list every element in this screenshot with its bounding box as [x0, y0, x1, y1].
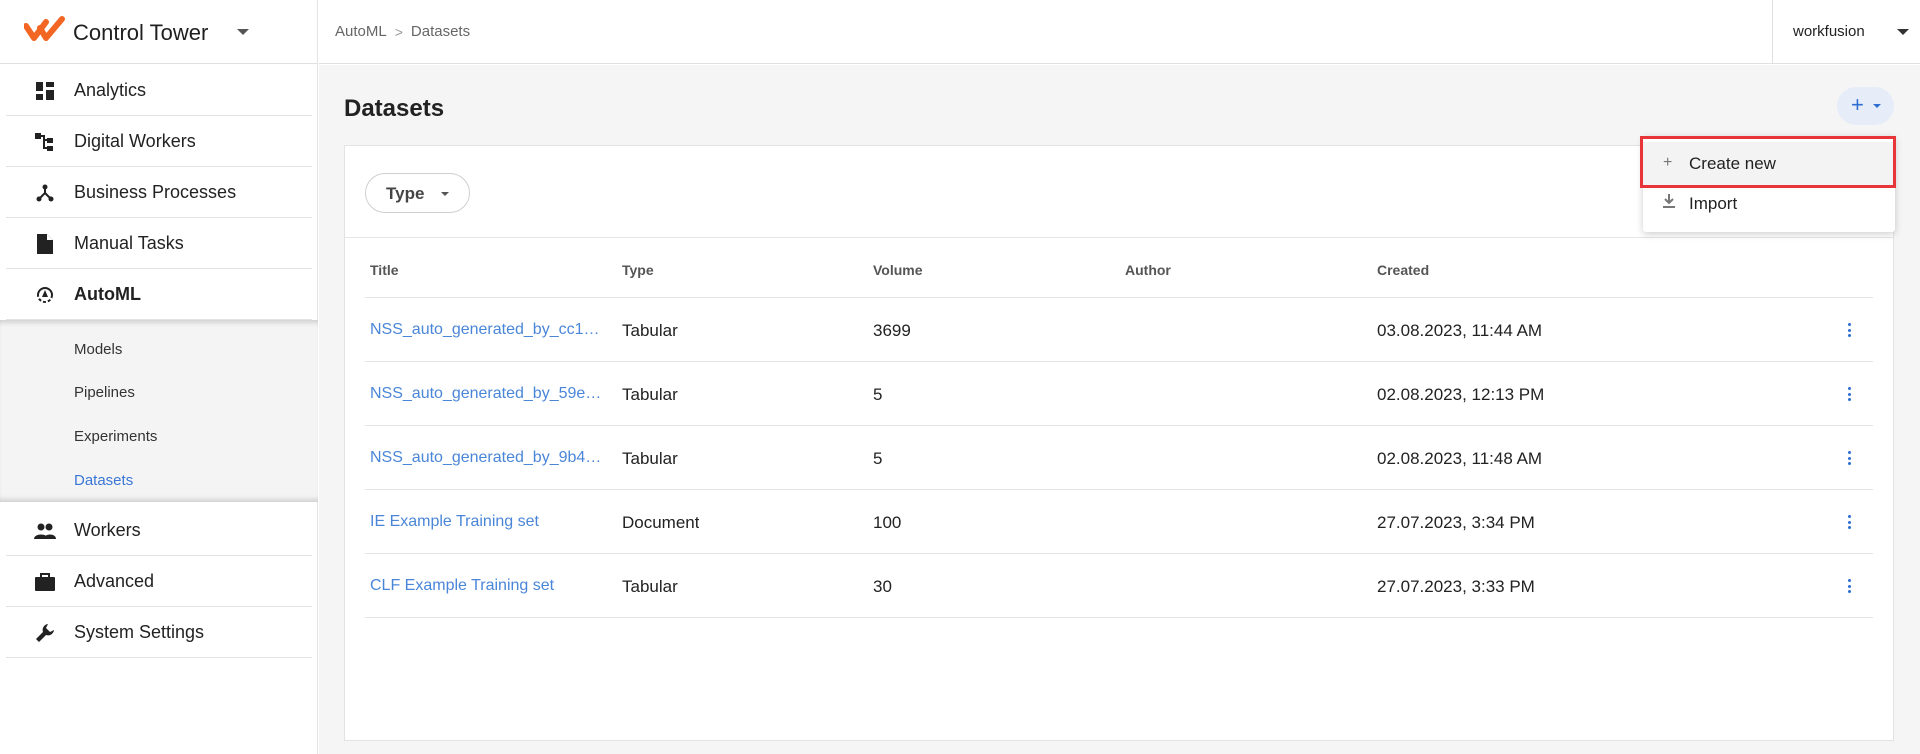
table-row: NSS_auto_generated_by_59e… Tabular 5 02.… [365, 362, 1873, 426]
sidebar-subitem-experiments[interactable]: Experiments [74, 428, 157, 445]
plus-icon: + [1851, 92, 1864, 117]
chevron-right-icon: > [394, 23, 403, 40]
dataset-type: Tabular [622, 385, 678, 404]
sidebar-item-label: Digital Workers [74, 131, 196, 151]
dataset-volume: 30 [873, 577, 892, 596]
sidebar-item-manual-tasks[interactable]: Manual Tasks [6, 218, 312, 269]
sidebar-item-label: Analytics [74, 80, 147, 100]
sidebar-subitem-datasets[interactable]: Datasets [74, 472, 133, 489]
add-dropdown-menu: + Create new Import [1643, 136, 1895, 232]
sidebar-item-label: AutoML [74, 284, 141, 304]
dataset-title-link[interactable]: NSS_auto_generated_by_cc1… [370, 321, 610, 339]
sidebar-item-label: Business Processes [74, 182, 237, 202]
sidebar-item-business-processes[interactable]: Business Processes [6, 167, 312, 218]
dataset-created: 03.08.2023, 11:44 AM [1377, 321, 1543, 340]
table-row: NSS_auto_generated_by_cc1… Tabular 3699 … [365, 298, 1873, 362]
sidebar-item-label: Workers [74, 520, 141, 540]
sidebar-item-workers[interactable]: Workers [6, 505, 312, 556]
topbar: AutoML > Datasets workfusion [319, 0, 1920, 64]
sidebar-item-label: Manual Tasks [74, 233, 184, 253]
table-header: Title Type Volume Author Created [365, 238, 1873, 298]
sidebar-item-digital-workers[interactable]: Digital Workers [6, 116, 312, 167]
dataset-created: 27.07.2023, 3:33 PM [1377, 577, 1535, 596]
sidebar-item-system-settings[interactable]: System Settings [6, 607, 312, 658]
column-header-author[interactable]: Author [1125, 262, 1171, 278]
dataset-title-link[interactable]: IE Example Training set [370, 513, 610, 531]
process-icon [34, 182, 56, 204]
table-row: IE Example Training set Document 100 27.… [365, 490, 1873, 554]
datasets-table: Title Type Volume Author Created NSS_aut… [365, 238, 1873, 618]
dashboard-icon [34, 80, 56, 102]
sidebar: Control Tower Analytics Digital Workers … [0, 0, 318, 754]
page-title: Datasets [344, 95, 445, 122]
add-dataset-button[interactable]: + [1837, 87, 1894, 125]
dataset-title-link[interactable]: CLF Example Training set [370, 577, 610, 595]
dataset-type: Tabular [622, 449, 678, 468]
dataset-created: 02.08.2023, 11:48 AM [1377, 449, 1543, 468]
menu-item-import[interactable]: Import [1643, 182, 1895, 228]
briefcase-icon [34, 571, 56, 593]
menu-item-label: Create new [1689, 154, 1776, 173]
menu-item-label: Import [1689, 194, 1738, 213]
people-icon [34, 520, 56, 542]
app: Control Tower Analytics Digital Workers … [0, 0, 1920, 754]
row-actions-icon[interactable] [1845, 451, 1853, 465]
dataset-volume: 5 [873, 385, 883, 404]
row-actions-icon[interactable] [1845, 387, 1853, 401]
breadcrumb: AutoML > Datasets [335, 23, 470, 40]
datasets-card: Type Title Type Volume Author Created NS… [344, 145, 1894, 741]
sidebar-subitem-models[interactable]: Models [74, 341, 122, 358]
dataset-type: Tabular [622, 577, 678, 596]
breadcrumb-item-automl[interactable]: AutoML [335, 23, 387, 40]
app-title: Control Tower [73, 20, 209, 45]
document-icon [34, 233, 56, 255]
type-filter-button[interactable]: Type [365, 173, 470, 213]
sidebar-item-advanced[interactable]: Advanced [6, 556, 312, 607]
dataset-type: Tabular [622, 321, 678, 340]
dataset-created: 02.08.2023, 12:13 PM [1377, 385, 1545, 404]
sidebar-item-analytics[interactable]: Analytics [6, 65, 312, 116]
sidebar-item-label: Advanced [74, 571, 155, 591]
dataset-type: Document [622, 513, 700, 532]
wrench-icon [34, 622, 56, 644]
dataset-volume: 100 [873, 513, 902, 532]
chevron-down-icon [1873, 104, 1881, 108]
dataset-title-link[interactable]: NSS_auto_generated_by_9b4… [370, 449, 610, 467]
table-row: CLF Example Training set Tabular 30 27.0… [365, 554, 1873, 618]
table-row: NSS_auto_generated_by_9b4… Tabular 5 02.… [365, 426, 1873, 490]
sidebar-item-automl[interactable]: AutoML [6, 269, 312, 320]
dataset-created: 27.07.2023, 3:34 PM [1377, 513, 1535, 532]
column-header-created[interactable]: Created [1377, 262, 1429, 278]
dataset-volume: 5 [873, 449, 883, 468]
type-filter-label: Type [386, 184, 425, 203]
chevron-down-icon [1897, 29, 1909, 35]
chevron-down-icon [441, 192, 449, 196]
dataset-volume: 3699 [873, 321, 911, 340]
user-menu[interactable]: workfusion [1772, 0, 1920, 64]
automl-submenu: Models Pipelines Experiments Datasets [0, 320, 318, 502]
chevron-down-icon [237, 29, 249, 35]
automl-icon [34, 284, 56, 306]
username: workfusion [1793, 23, 1865, 40]
breadcrumb-item-datasets: Datasets [410, 23, 471, 40]
plus-icon: + [1663, 154, 1673, 171]
brand-switcher[interactable]: Control Tower [0, 0, 318, 64]
column-header-volume[interactable]: Volume [873, 262, 923, 278]
column-header-type[interactable]: Type [622, 262, 654, 278]
row-actions-icon[interactable] [1845, 515, 1853, 529]
org-chart-icon [34, 131, 56, 153]
sidebar-subitem-pipelines[interactable]: Pipelines [74, 384, 135, 401]
sidebar-item-label: System Settings [74, 622, 205, 642]
workfusion-logo-icon [24, 16, 65, 41]
dataset-title-link[interactable]: NSS_auto_generated_by_59e… [370, 385, 610, 403]
column-header-title[interactable]: Title [370, 262, 399, 278]
row-actions-icon[interactable] [1845, 323, 1853, 337]
row-actions-icon[interactable] [1845, 579, 1853, 593]
download-icon [1663, 194, 1677, 214]
